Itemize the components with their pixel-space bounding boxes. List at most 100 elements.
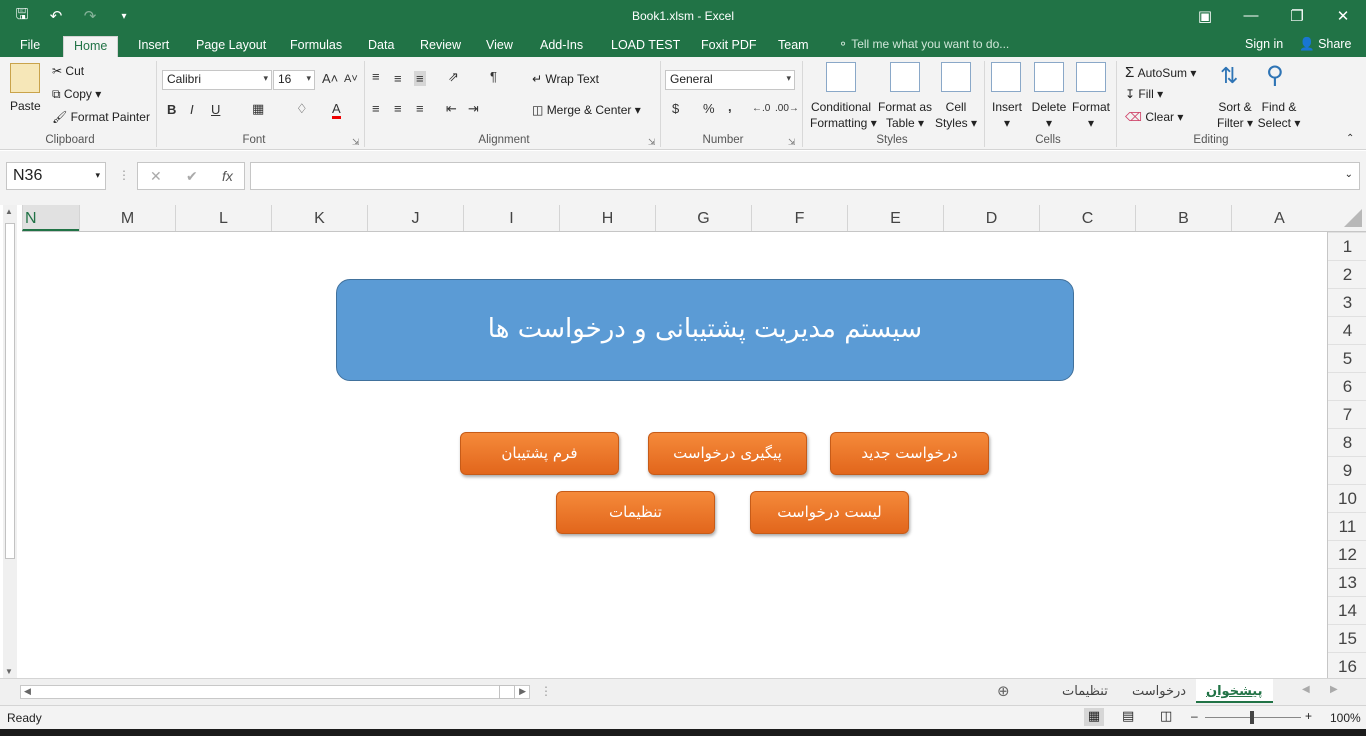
tab-split-grip-icon[interactable]: ⋮: [540, 684, 552, 698]
bold-button[interactable]: B: [167, 102, 176, 117]
restore-icon[interactable]: ❐: [1274, 0, 1320, 31]
sort-filter-button[interactable]: Sort & Filter ▾: [1214, 99, 1256, 131]
row-header[interactable]: 5: [1328, 344, 1366, 372]
sort-filter-icon[interactable]: ⇅: [1220, 63, 1238, 89]
tab-formulas[interactable]: Formulas: [280, 36, 352, 57]
zoom-in-icon[interactable]: +: [1305, 709, 1312, 723]
row-header[interactable]: 14: [1328, 596, 1366, 624]
scroll-up-icon[interactable]: ▲: [5, 207, 13, 216]
insert-cells-button[interactable]: Insert ▾: [991, 99, 1023, 131]
font-size-select[interactable]: 16 ▾: [273, 70, 315, 90]
close-icon[interactable]: ✕: [1320, 0, 1366, 31]
insert-cells-icon[interactable]: [991, 62, 1021, 92]
sign-in-link[interactable]: Sign in: [1245, 37, 1283, 51]
conditional-formatting-icon[interactable]: [826, 62, 856, 92]
orientation-icon[interactable]: ⇗: [448, 69, 459, 85]
row-header[interactable]: 12: [1328, 540, 1366, 568]
horizontal-scroll-thumb[interactable]: [499, 685, 515, 699]
format-cells-button[interactable]: Format ▾: [1071, 99, 1111, 131]
request-list-button[interactable]: لیست درخواست: [750, 491, 909, 534]
row-header[interactable]: 1: [1328, 232, 1366, 260]
paste-icon[interactable]: [10, 63, 40, 93]
page-layout-view-icon[interactable]: ▤: [1122, 708, 1134, 724]
increase-font-icon[interactable]: A˄: [322, 71, 338, 86]
row-header[interactable]: 9: [1328, 456, 1366, 484]
increase-decimal-icon[interactable]: ←.0: [752, 103, 770, 114]
tab-view[interactable]: View: [476, 36, 523, 57]
row-header[interactable]: 2: [1328, 260, 1366, 288]
column-header[interactable]: C: [1039, 205, 1135, 231]
tab-data[interactable]: Data: [358, 36, 404, 57]
align-center-icon[interactable]: ≡: [394, 101, 402, 116]
font-color-icon[interactable]: A: [332, 101, 341, 119]
new-sheet-icon[interactable]: ⊕: [997, 682, 1010, 700]
sheet-tab-settings[interactable]: تنظیمات: [1052, 679, 1118, 703]
column-header[interactable]: L: [175, 205, 271, 231]
zoom-out-icon[interactable]: –: [1191, 709, 1198, 723]
scroll-down-icon[interactable]: ▼: [5, 667, 13, 676]
column-header[interactable]: N: [22, 205, 79, 231]
tab-team[interactable]: Team: [768, 36, 819, 57]
zoom-slider-thumb[interactable]: [1250, 711, 1254, 724]
alignment-dialog-launcher-icon[interactable]: ⇲: [648, 137, 656, 148]
text-direction-icon[interactable]: ¶: [490, 69, 497, 84]
tell-me-box[interactable]: ⚬ Tell me what you want to do...: [838, 37, 1009, 51]
column-header[interactable]: A: [1231, 205, 1327, 231]
wrap-text-button[interactable]: ↵ Wrap Text: [532, 72, 599, 86]
collapse-ribbon-icon[interactable]: ⌃: [1346, 133, 1354, 144]
support-form-button[interactable]: فرم پشتیبان: [460, 432, 619, 475]
format-painter-button[interactable]: 🖌 Format Painter: [52, 110, 150, 124]
formula-input[interactable]: ⌄: [250, 162, 1360, 190]
cell-styles-icon[interactable]: [941, 62, 971, 92]
column-header[interactable]: J: [367, 205, 463, 231]
fill-color-icon[interactable]: ♢: [296, 101, 308, 117]
paste-button[interactable]: Paste: [10, 99, 41, 113]
clear-button[interactable]: ⌫ Clear ▾: [1125, 110, 1183, 124]
column-header[interactable]: I: [463, 205, 559, 231]
enter-icon[interactable]: ✔: [186, 168, 198, 185]
tab-review[interactable]: Review: [410, 36, 471, 57]
vertical-scrollbar[interactable]: ▲ ▼: [3, 205, 17, 678]
share-button[interactable]: 👤 Share: [1299, 37, 1351, 52]
zoom-level[interactable]: 100%: [1330, 711, 1361, 725]
tab-file[interactable]: File: [10, 36, 50, 57]
name-box[interactable]: N36 ▾: [6, 162, 106, 190]
insert-function-button[interactable]: fx: [222, 168, 233, 184]
find-select-icon[interactable]: ⚲: [1266, 61, 1284, 90]
row-header[interactable]: 13: [1328, 568, 1366, 596]
row-header[interactable]: 11: [1328, 512, 1366, 540]
find-select-button[interactable]: Find & Select ▾: [1257, 99, 1301, 131]
decrease-decimal-icon[interactable]: .00→: [775, 103, 799, 114]
ribbon-display-options-icon[interactable]: ▣: [1182, 0, 1228, 31]
next-sheet-icon[interactable]: ▶: [1330, 684, 1338, 695]
currency-button[interactable]: $: [672, 101, 679, 116]
column-header[interactable]: G: [655, 205, 751, 231]
prev-sheet-icon[interactable]: ◀: [1302, 684, 1310, 695]
row-header[interactable]: 7: [1328, 400, 1366, 428]
number-format-select[interactable]: General ▾: [665, 70, 795, 90]
cancel-icon[interactable]: ✕: [150, 168, 162, 185]
percent-button[interactable]: %: [703, 101, 715, 116]
italic-button[interactable]: I: [190, 102, 194, 117]
decrease-font-icon[interactable]: A˅: [344, 73, 358, 85]
row-header[interactable]: 3: [1328, 288, 1366, 316]
sheet-tab-request[interactable]: درخواست: [1122, 679, 1196, 703]
fill-button[interactable]: ↧ Fill ▾: [1125, 87, 1163, 101]
font-name-select[interactable]: Calibri ▾: [162, 70, 272, 90]
scroll-right-icon[interactable]: ▶: [519, 686, 526, 697]
column-header[interactable]: F: [751, 205, 847, 231]
format-as-table-button[interactable]: Format as Table ▾: [876, 99, 934, 131]
decrease-indent-icon[interactable]: ⇤: [446, 101, 457, 117]
row-header[interactable]: 6: [1328, 372, 1366, 400]
column-header[interactable]: H: [559, 205, 655, 231]
row-header[interactable]: 4: [1328, 316, 1366, 344]
select-all-corner[interactable]: [1327, 205, 1366, 232]
borders-icon[interactable]: ▦: [252, 101, 264, 117]
minimize-icon[interactable]: —: [1228, 0, 1274, 31]
tab-insert[interactable]: Insert: [128, 36, 179, 57]
tab-foxit-pdf[interactable]: Foxit PDF: [691, 36, 767, 57]
normal-view-icon[interactable]: ▦: [1084, 708, 1104, 726]
scroll-left-icon[interactable]: ◀: [24, 686, 31, 697]
column-header[interactable]: E: [847, 205, 943, 231]
increase-indent-icon[interactable]: ⇥: [468, 101, 479, 117]
